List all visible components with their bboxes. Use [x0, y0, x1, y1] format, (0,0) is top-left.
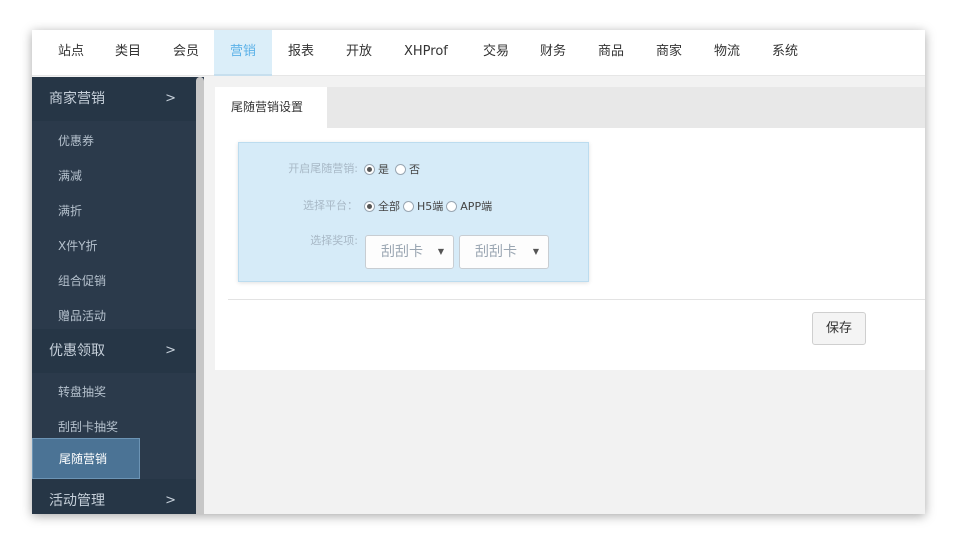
- nav-item-finance[interactable]: 财务: [540, 30, 566, 76]
- enable-no-label[interactable]: 否: [409, 161, 420, 177]
- platform-app-label[interactable]: APP端: [460, 198, 492, 214]
- sidebar-item-combo-promotion[interactable]: 组合促销: [32, 264, 196, 299]
- sidebar-item-coupon[interactable]: 优惠券: [32, 124, 196, 159]
- enable-label: 开启尾随营销:: [288, 162, 358, 175]
- sidebar-group-merchant-marketing[interactable]: 商家营销 >: [32, 77, 196, 121]
- nav-item-merchant[interactable]: 商家: [656, 30, 682, 76]
- enable-yes-radio[interactable]: [364, 163, 375, 175]
- prize-select-2[interactable]: 刮刮卡 ▼: [459, 235, 549, 269]
- chevron-right-icon: >: [165, 493, 176, 508]
- nav-item-station[interactable]: 站点: [58, 30, 84, 76]
- sidebar-group-label: 商家营销: [49, 91, 105, 107]
- save-button[interactable]: 保存: [812, 312, 866, 345]
- prize-label: 选择奖项:: [310, 234, 358, 247]
- platform-h5-radio[interactable]: [403, 200, 414, 212]
- sidebar-item-x-pieces-y-discount[interactable]: X件Y折: [32, 229, 196, 264]
- tab-trailing-marketing-settings[interactable]: 尾随营销设置: [215, 87, 327, 128]
- tab-bar: 尾随营销设置: [215, 87, 925, 128]
- sidebar-scrollbar[interactable]: [196, 77, 204, 514]
- platform-label: 选择平台：: [303, 199, 358, 212]
- platform-h5-label[interactable]: H5端: [417, 198, 443, 214]
- nav-item-goods[interactable]: 商品: [598, 30, 624, 76]
- nav-item-member[interactable]: 会员: [173, 30, 199, 76]
- prize-select-1[interactable]: 刮刮卡 ▼: [365, 235, 454, 269]
- sidebar: 商家营销 > 优惠券 满减 满折 X件Y折 组合促销 赠品活动 优惠领取 > 转…: [32, 77, 204, 514]
- app-window: 站点 类目 会员 营销 报表 开放 XHProf 交易 财务 商品 商家 物流 …: [32, 30, 925, 514]
- prize-row: 选择奖项: 刮刮卡 ▼ 刮刮卡 ▼: [239, 223, 590, 269]
- nav-item-system[interactable]: 系统: [772, 30, 798, 76]
- enable-yes-label[interactable]: 是: [378, 161, 389, 177]
- caret-down-icon: ▼: [532, 247, 539, 256]
- sidebar-item-trailing-marketing[interactable]: 尾随营销: [32, 438, 140, 479]
- nav-item-xhprof[interactable]: XHProf: [404, 30, 448, 76]
- sidebar-group-coupon-claim[interactable]: 优惠领取 >: [32, 329, 196, 373]
- platform-all-label[interactable]: 全部: [378, 198, 400, 214]
- caret-down-icon: ▼: [437, 247, 444, 256]
- platform-row: 选择平台： 全部 H5端 APP端: [239, 192, 590, 220]
- sidebar-item-full-discount[interactable]: 满折: [32, 194, 196, 229]
- nav-item-open[interactable]: 开放: [346, 30, 372, 76]
- sidebar-item-wheel-lottery[interactable]: 转盘抽奖: [32, 375, 196, 410]
- divider: [228, 299, 925, 300]
- nav-item-logistics[interactable]: 物流: [714, 30, 740, 76]
- enable-row: 开启尾随营销: 是 否: [239, 155, 590, 183]
- sidebar-group-label: 活动管理: [49, 493, 105, 509]
- sidebar-item-full-reduction[interactable]: 满减: [32, 159, 196, 194]
- nav-item-category[interactable]: 类目: [115, 30, 141, 76]
- chevron-right-icon: >: [165, 343, 176, 358]
- nav-item-report[interactable]: 报表: [288, 30, 314, 76]
- platform-app-radio[interactable]: [446, 200, 458, 212]
- enable-no-radio[interactable]: [395, 163, 406, 175]
- nav-item-marketing[interactable]: 营销: [214, 30, 273, 76]
- sidebar-group-label: 优惠领取: [49, 343, 105, 359]
- nav-item-trade[interactable]: 交易: [483, 30, 509, 76]
- platform-all-radio[interactable]: [364, 200, 375, 212]
- prize-select-2-value: 刮刮卡: [475, 244, 517, 260]
- chevron-right-icon: >: [165, 91, 176, 106]
- sidebar-group-activity-management[interactable]: 活动管理 >: [32, 479, 196, 514]
- settings-form: 开启尾随营销: 是 否 选择平台： 全部 H5端 APP端 选择奖项: 刮刮卡 …: [238, 142, 589, 282]
- main-content: 尾随营销设置 开启尾随营销: 是 否 选择平台： 全部 H5端 APP端 选择奖…: [215, 87, 925, 370]
- top-navigation: 站点 类目 会员 营销 报表 开放 XHProf 交易 财务 商品 商家 物流 …: [32, 30, 925, 76]
- prize-select-1-value: 刮刮卡: [381, 244, 423, 260]
